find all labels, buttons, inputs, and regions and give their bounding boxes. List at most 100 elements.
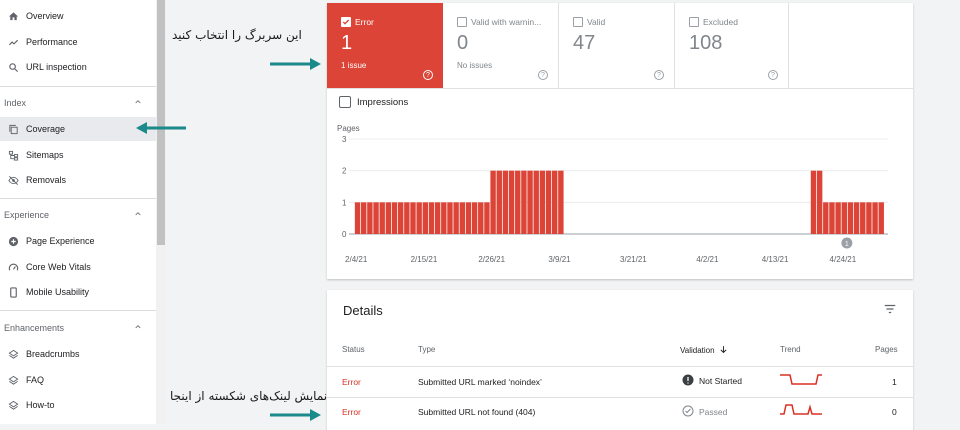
- layers-icon: [0, 349, 26, 360]
- sidebar-item-page-experience[interactable]: Page Experience: [0, 229, 156, 253]
- sidebar-item-label: Coverage: [26, 124, 66, 134]
- chevron-up-icon: [134, 323, 142, 333]
- x-tick-label: 4/24/21: [830, 255, 857, 264]
- checkbox-icon[interactable]: [573, 17, 583, 27]
- checkbox-icon[interactable]: [457, 17, 467, 27]
- home-icon: [0, 11, 26, 22]
- trending-up-icon: [0, 37, 26, 48]
- impressions-toggle[interactable]: Impressions: [339, 96, 408, 108]
- column-header-validation[interactable]: Validation: [680, 345, 728, 356]
- section-title: Index: [4, 98, 27, 108]
- sidebar-item-faq[interactable]: FAQ: [0, 368, 156, 392]
- y-tick-label: 3: [342, 135, 347, 144]
- chevron-up-icon: [134, 210, 142, 220]
- visibility-off-icon: [0, 175, 26, 186]
- sidebar-item-label: Removals: [26, 175, 67, 185]
- chart-bar: [441, 202, 447, 234]
- divider: [327, 397, 913, 398]
- sidebar-item-coverage[interactable]: Coverage: [0, 117, 156, 141]
- divider: [327, 88, 913, 89]
- sidebar-item-core-web-vitals[interactable]: Core Web Vitals: [0, 255, 156, 279]
- help-icon[interactable]: ?: [538, 70, 548, 80]
- sidebar-item-label: Breadcrumbs: [26, 349, 80, 359]
- sitemap-icon: [0, 150, 26, 161]
- details-title: Details: [343, 303, 383, 318]
- chart-bar: [484, 202, 490, 234]
- coverage-chart: Pages 0 1 2 3 2/4/21 2/15/21 2/26/21 3/9/21 3/21/…: [337, 124, 888, 264]
- chart-bar: [515, 170, 521, 234]
- column-header-trend[interactable]: Trend: [780, 345, 801, 354]
- chart-bar: [816, 170, 823, 234]
- x-tick-label: 4/13/21: [762, 255, 789, 264]
- chart-bar: [539, 170, 546, 234]
- annotation-arrow-icon: [270, 58, 321, 70]
- stat-error[interactable]: Error 1 1 issue ?: [327, 3, 443, 88]
- sidebar-item-overview[interactable]: Overview: [0, 4, 156, 28]
- help-icon[interactable]: ?: [768, 70, 778, 80]
- chevron-up-icon: [134, 98, 142, 108]
- section-experience[interactable]: Experience: [0, 205, 156, 225]
- chart-bar: [552, 170, 558, 234]
- chart-bar: [410, 202, 416, 234]
- stat-valid-warnings[interactable]: Valid with warnin... 0 No issues ?: [443, 3, 559, 88]
- column-header-pages[interactable]: Pages: [875, 345, 898, 354]
- trend-sparkline-icon: [780, 402, 822, 421]
- stat-excluded[interactable]: Excluded 108 ?: [675, 3, 789, 88]
- row-validation: Not Started: [682, 374, 742, 388]
- x-tick-label: 2/26/21: [478, 255, 505, 264]
- chart-bar: [853, 202, 860, 234]
- chart-bar: [496, 170, 502, 234]
- chart-bar: [465, 202, 472, 234]
- chart-bar: [841, 202, 847, 234]
- stat-value: 0: [457, 32, 469, 54]
- annotation-arrow-icon: [136, 122, 186, 134]
- check-circle-icon: [682, 405, 694, 419]
- section-enhancements[interactable]: Enhancements: [0, 318, 156, 338]
- x-tick-label: 3/21/21: [620, 255, 647, 264]
- sidebar-item-removals[interactable]: Removals: [0, 168, 156, 192]
- stat-sub: No issues: [457, 61, 493, 70]
- sidebar-item-label: URL inspection: [26, 62, 87, 72]
- stat-value: 108: [689, 32, 723, 54]
- sidebar-item-label: Mobile Usability: [26, 287, 90, 297]
- checkbox-icon[interactable]: [339, 96, 351, 108]
- chart-bar: [478, 202, 484, 234]
- sidebar-item-label: Page Experience: [26, 236, 95, 246]
- checkbox-checked-icon[interactable]: [341, 17, 351, 27]
- divider: [0, 86, 156, 87]
- row-type: Submitted URL marked ‘noindex’: [418, 377, 542, 387]
- checkbox-icon[interactable]: [689, 17, 699, 27]
- section-index[interactable]: Index: [0, 93, 156, 113]
- sidebar-item-performance[interactable]: Performance: [0, 30, 156, 54]
- column-header-status[interactable]: Status: [342, 345, 365, 354]
- copy-icon: [0, 124, 26, 135]
- chart-bar: [810, 170, 817, 234]
- help-icon[interactable]: ?: [423, 70, 433, 80]
- sidebar: Overview Performance URL inspection Inde…: [0, 0, 166, 424]
- filter-icon[interactable]: [883, 302, 897, 321]
- chart-bar: [558, 170, 564, 234]
- sidebar-item-sitemaps[interactable]: Sitemaps: [0, 143, 156, 167]
- help-icon[interactable]: ?: [654, 70, 664, 80]
- sidebar-item-mobile-usability[interactable]: Mobile Usability: [0, 280, 156, 304]
- chart-bar: [367, 202, 373, 234]
- stat-valid[interactable]: Valid 47 ?: [559, 3, 675, 88]
- chart-bar: [373, 202, 379, 234]
- y-tick-label: 2: [342, 167, 347, 176]
- sidebar-item-label: Overview: [26, 11, 64, 21]
- sidebar-item-how-to[interactable]: How-to: [0, 393, 156, 417]
- column-header-type[interactable]: Type: [418, 345, 435, 354]
- section-title: Enhancements: [4, 323, 65, 333]
- sidebar-item-label: Core Web Vitals: [26, 262, 91, 272]
- arrow-down-icon: [719, 345, 728, 356]
- chart-bar: [397, 202, 404, 234]
- sidebar-item-url-inspection[interactable]: URL inspection: [0, 55, 156, 79]
- chart-bar: [459, 202, 465, 234]
- x-tick-label: 4/2/21: [696, 255, 719, 264]
- chart-bar: [527, 170, 533, 234]
- sidebar-item-breadcrumbs[interactable]: Breadcrumbs: [0, 342, 156, 366]
- validation-label: Passed: [699, 407, 728, 417]
- layers-icon: [0, 375, 26, 386]
- chart-bar: [508, 170, 515, 234]
- sidebar-item-label: How-to: [26, 400, 55, 410]
